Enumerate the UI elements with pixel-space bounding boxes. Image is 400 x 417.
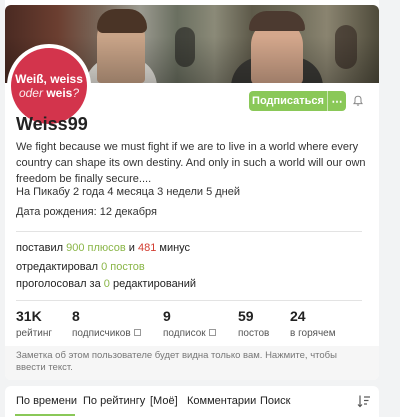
divider [16, 300, 362, 301]
user-note-text[interactable]: Заметка об этом пользователе будет видна… [16, 350, 366, 374]
divider [16, 231, 362, 232]
tab-mine[interactable]: [Моё] [150, 395, 178, 407]
sort-icon[interactable] [357, 394, 371, 408]
tab-comments[interactable]: Комментарии [187, 395, 256, 407]
activity-votes: поставил 900 плюсов и 481 минус [16, 242, 191, 254]
tab-by-time[interactable]: По времени [16, 395, 77, 407]
external-link-icon[interactable] [133, 329, 141, 336]
counter-posts: 59 постов [238, 308, 270, 339]
counter-subscribers[interactable]: 8 подписчиков [72, 308, 141, 341]
activity-edit-votes: проголосовал за 0 редактирований [16, 278, 197, 290]
subscribe-label[interactable]: Подписаться [249, 95, 327, 107]
avatar-badge: Weiß, weiss oder weis? [11, 48, 87, 124]
more-icon[interactable]: ⋯ [327, 91, 346, 111]
counter-hot: 24 в горячем [290, 308, 336, 339]
activity-edits: отредактировал 0 постов [16, 261, 145, 273]
profile-tabs: По времени По рейтингу [Моё] Комментарии… [5, 386, 379, 417]
subscribe-button[interactable]: Подписаться ⋯ [249, 91, 346, 111]
tab-search[interactable]: Поиск [260, 395, 290, 407]
avatar-text-line2: oder weis? [18, 86, 80, 100]
profile-bio: We fight because we must fight if we are… [16, 141, 366, 185]
profile-since: На Пикабу 2 года 4 месяца 3 недели 5 дне… [16, 186, 240, 198]
avatar-text-line1: Weiß, weiss [15, 72, 83, 86]
external-link-icon[interactable] [208, 329, 216, 336]
profile-counters: 31K рейтинг 8 подписчиков 9 подписок 59 … [16, 308, 366, 340]
counter-rating: 31K рейтинг [16, 308, 53, 339]
profile-birthday: Дата рождения: 12 декабря [16, 206, 157, 218]
tab-by-rating[interactable]: По рейтингу [83, 395, 145, 407]
profile-nickname: Weiss99 [16, 114, 88, 134]
counter-subscriptions[interactable]: 9 подписок [163, 308, 216, 341]
bell-icon[interactable] [352, 95, 364, 107]
user-note[interactable]: Заметка об этом пользователе будет видна… [5, 346, 379, 380]
active-tab-indicator [15, 414, 75, 416]
